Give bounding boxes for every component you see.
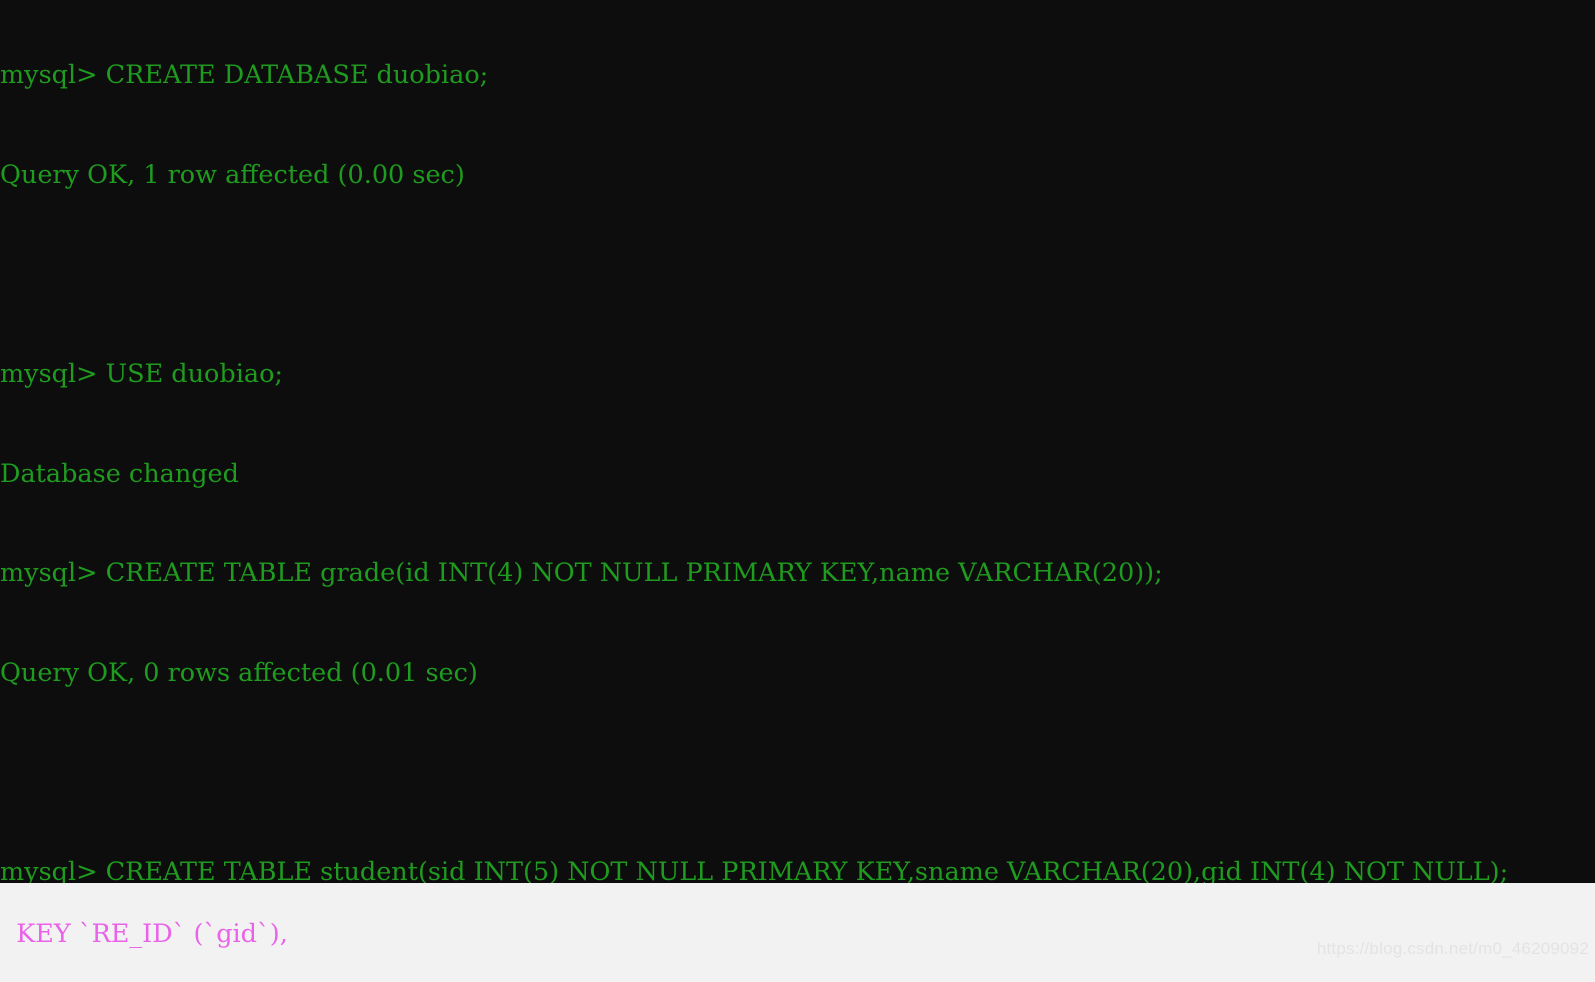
terminal-output-light-region[interactable]: KEY `RE_ID` (`gid`), CONSTRAINT `RE_ID` … (0, 883, 1595, 982)
watermark-text: https://blog.csdn.net/m0_46209092 (1316, 939, 1589, 958)
terminal-line: mysql> CREATE TABLE student(sid INT(5) N… (0, 857, 1509, 883)
terminal-line: Query OK, 1 row affected (0.00 sec) (0, 160, 465, 190)
terminal-line: Database changed (0, 458, 239, 489)
terminal-line: Query OK, 0 rows affected (0.01 sec) (0, 657, 478, 688)
terminal-line: mysql> USE duobiao; (0, 359, 284, 390)
terminal-output-dark-region[interactable]: mysql> CREATE DATABASE duobiao; Query OK… (0, 0, 1595, 883)
terminal-line: mysql> CREATE DATABASE duobiao; (0, 60, 489, 91)
terminal-line: mysql> CREATE TABLE grade(id INT(4) NOT … (0, 558, 1163, 589)
terminal-screen: mysql> CREATE DATABASE duobiao; Query OK… (0, 0, 1595, 982)
terminal-light-lines: KEY `RE_ID` (`gid`), CONSTRAINT `RE_ID` … (0, 883, 1595, 982)
terminal-dark-lines: mysql> CREATE DATABASE duobiao; Query OK… (0, 0, 1595, 883)
